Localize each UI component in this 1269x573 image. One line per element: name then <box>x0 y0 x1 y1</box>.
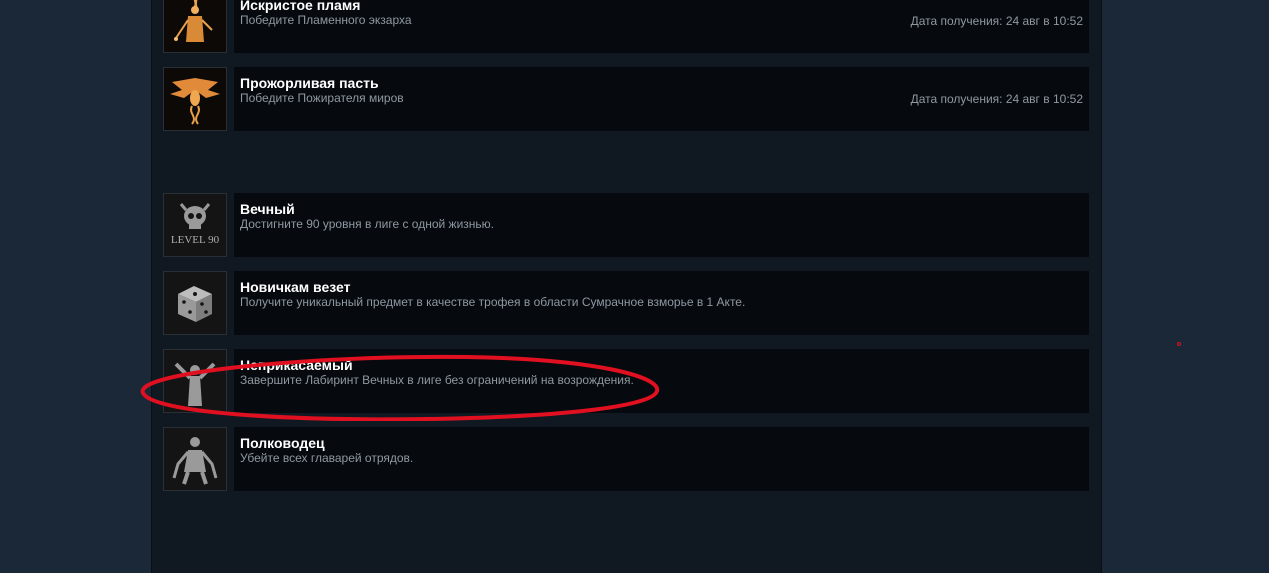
unlock-date: Дата получения: 24 авг в 10:52 <box>910 14 1083 28</box>
achievement-row[interactable]: Искристое пламя Победите Пламенного экза… <box>163 0 1089 53</box>
achievement-row[interactable]: Неприкасаемый Завершите Лабиринт Вечных … <box>163 349 1089 413</box>
achievement-body: Вечный Достигните 90 уровня в лиге с одн… <box>234 193 1089 257</box>
achievement-title: Новичкам везет <box>240 279 351 295</box>
achievement-row[interactable]: Полководец Убейте всех главарей отрядов. <box>163 427 1089 491</box>
achievement-description: Завершите Лабиринт Вечных в лиге без огр… <box>240 373 634 387</box>
achievement-description: Победите Пламенного экзарха <box>240 13 412 27</box>
achievement-body: Неприкасаемый Завершите Лабиринт Вечных … <box>234 349 1089 413</box>
arms-raised-figure-icon <box>163 349 227 413</box>
achievement-title: Прожорливая пасть <box>240 75 379 91</box>
achievement-row[interactable]: Новичкам везет Получите уникальный предм… <box>163 271 1089 335</box>
achievement-description: Победите Пожирателя миров <box>240 91 404 105</box>
warrior-figure-icon <box>163 427 227 491</box>
achievement-title: Вечный <box>240 201 295 217</box>
achievement-title: Искристое пламя <box>240 0 361 13</box>
achievement-body: Прожорливая пасть Победите Пожирателя ми… <box>234 67 1089 131</box>
achievement-description: Убейте всех главарей отрядов. <box>240 451 414 465</box>
skull-level-icon: LEVEL 90 <box>163 193 227 257</box>
achievement-description: Получите уникальный предмет в качестве т… <box>240 295 746 309</box>
achievement-title: Полководец <box>240 435 325 451</box>
achievement-row[interactable]: LEVEL 90 Вечный Достигните 90 уровня в л… <box>163 193 1089 257</box>
achievement-row[interactable]: Прожорливая пасть Победите Пожирателя ми… <box>163 67 1089 131</box>
winged-devourer-icon <box>163 67 227 131</box>
burning-figure-icon <box>163 0 227 53</box>
achievement-description: Достигните 90 уровня в лиге с одной жизн… <box>240 217 495 231</box>
skull-level-icon-label: LEVEL 90 <box>171 234 220 246</box>
dice-icon <box>163 271 227 335</box>
achievement-body: Новичкам везет Получите уникальный предм… <box>234 271 1089 335</box>
achievement-body: Искристое пламя Победите Пламенного экза… <box>234 0 1089 53</box>
unlock-date: Дата получения: 24 авг в 10:52 <box>910 92 1083 106</box>
achievement-body: Полководец Убейте всех главарей отрядов. <box>234 427 1089 491</box>
achievement-title: Неприкасаемый <box>240 357 353 373</box>
cursor-dot-marker <box>1177 342 1181 346</box>
